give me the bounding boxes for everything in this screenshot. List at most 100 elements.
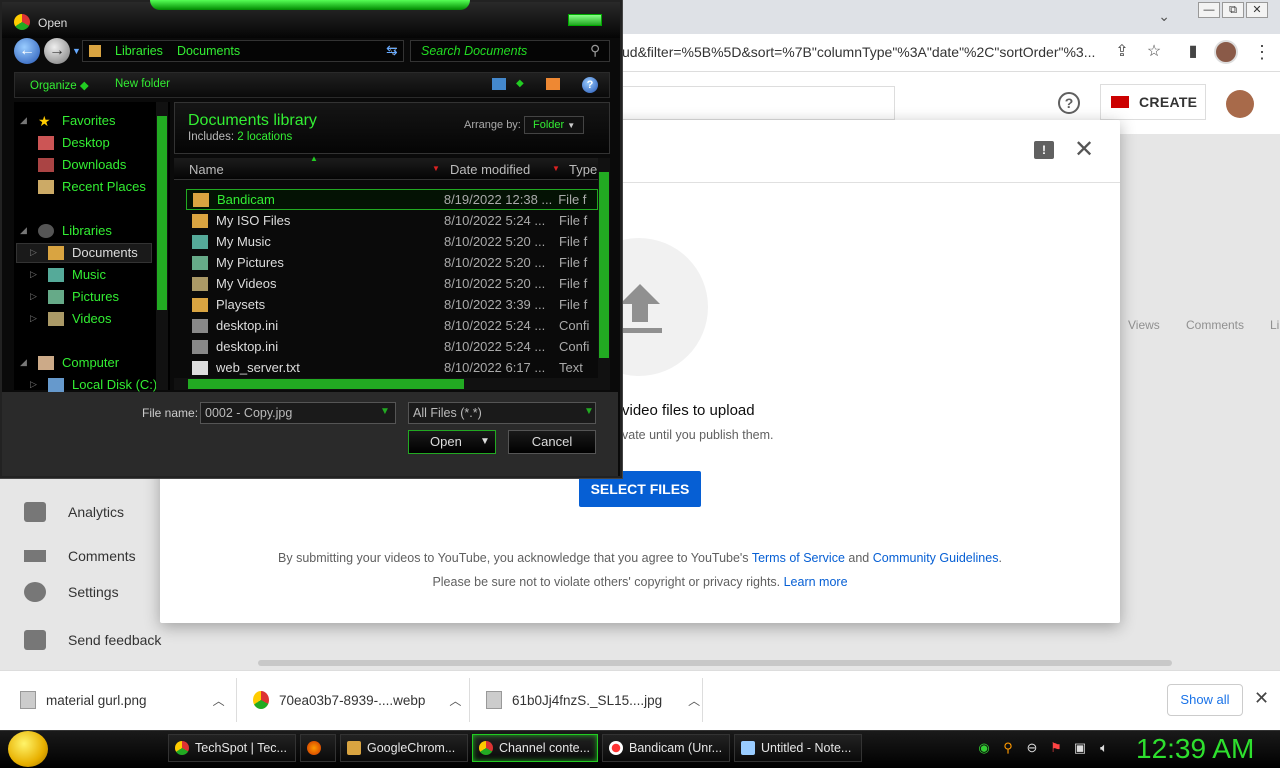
- view-dropdown-icon[interactable]: ◆: [516, 78, 530, 90]
- file-row[interactable]: Bandicam 8/19/2022 12:38 ... File f: [186, 189, 598, 210]
- breadcrumb-documents[interactable]: Documents: [177, 44, 240, 58]
- horizontal-scrollbar[interactable]: [258, 660, 1172, 666]
- create-button[interactable]: CREATE: [1100, 84, 1206, 120]
- restore-button[interactable]: ⧉: [1222, 2, 1244, 18]
- url-text[interactable]: ud&filter=%5B%5D&sort=%7B"columnType"%3A…: [622, 44, 1102, 60]
- profile-avatar[interactable]: [1214, 40, 1238, 64]
- sidebar-item-analytics[interactable]: Analytics: [24, 502, 124, 522]
- nav-item-desktop[interactable]: Desktop: [38, 135, 110, 150]
- download-item[interactable]: material gurl.png ︿: [20, 682, 225, 718]
- file-name-input[interactable]: 0002 - Copy.jpg: [200, 402, 396, 424]
- nav-item-libraries[interactable]: ◢ Libraries: [20, 223, 112, 238]
- expand-arrow-icon[interactable]: ▷: [30, 247, 40, 258]
- clock[interactable]: 12:39 AM: [1136, 733, 1254, 765]
- file-row[interactable]: web_server.txt 8/10/2022 6:17 ... Text: [186, 357, 598, 378]
- locations-link[interactable]: 2 locations: [237, 131, 292, 143]
- arrange-by-dropdown[interactable]: Folder ▼: [524, 116, 584, 134]
- column-type[interactable]: Type: [569, 162, 597, 177]
- forward-arrow-icon[interactable]: →: [44, 38, 70, 64]
- menu-kebab-icon[interactable]: ⋮: [1252, 42, 1272, 62]
- chevron-up-icon[interactable]: ︿: [449, 692, 461, 709]
- download-item[interactable]: 70ea03b7-8939-....webp ︿: [253, 682, 461, 718]
- cancel-button[interactable]: Cancel: [508, 430, 596, 454]
- terms-of-service-link[interactable]: Terms of Service: [752, 551, 845, 565]
- sidebar-item-send-feedback[interactable]: Send feedback: [24, 630, 161, 650]
- history-dropdown-icon[interactable]: ▼: [72, 46, 81, 56]
- tray-network-icon[interactable]: ▣: [1072, 740, 1088, 756]
- nav-scroll-thumb[interactable]: [157, 116, 167, 310]
- learn-more-link[interactable]: Learn more: [784, 575, 848, 589]
- file-row[interactable]: desktop.ini 8/10/2022 5:24 ... Confi: [186, 336, 598, 357]
- expand-arrow-icon[interactable]: ◢: [20, 225, 30, 236]
- file-row[interactable]: My Pictures 8/10/2022 5:20 ... File f: [186, 252, 598, 273]
- tab-search-chevron-icon[interactable]: ⌄: [1158, 8, 1170, 25]
- nav-item-downloads[interactable]: Downloads: [38, 157, 126, 172]
- chevron-up-icon[interactable]: ︿: [213, 692, 225, 709]
- taskbar-item-firefox[interactable]: [300, 734, 336, 762]
- taskbar-item-channel-content[interactable]: Channel conte...: [472, 734, 598, 762]
- back-arrow-icon[interactable]: ←: [14, 38, 40, 64]
- tray-volume-icon[interactable]: 🔈︎: [1096, 740, 1112, 756]
- minimize-button[interactable]: —: [1198, 2, 1220, 18]
- preview-pane-icon[interactable]: [546, 78, 560, 90]
- file-list-vscroll-thumb[interactable]: [599, 172, 609, 358]
- open-options-dropdown-icon[interactable]: ▼: [480, 436, 490, 447]
- share-icon[interactable]: ⇪: [1112, 42, 1132, 62]
- search-input[interactable]: Search Documents: [410, 40, 610, 62]
- nav-item-computer[interactable]: ◢ Computer: [20, 355, 119, 370]
- taskbar-item-notepad[interactable]: Untitled - Note...: [734, 734, 862, 762]
- nav-item-local-disk[interactable]: ▷ Local Disk (C:): [30, 377, 157, 392]
- tray-flag-icon[interactable]: ⚑: [1048, 740, 1064, 756]
- show-all-button[interactable]: Show all: [1167, 684, 1243, 716]
- file-row[interactable]: desktop.ini 8/10/2022 5:24 ... Confi: [186, 315, 598, 336]
- side-panel-icon[interactable]: ▮: [1183, 42, 1203, 62]
- taskbar-item-bandicam[interactable]: Bandicam (Unr...: [602, 734, 730, 762]
- taskbar-item-techspot[interactable]: TechSpot | Tec...: [168, 734, 296, 762]
- sidebar-item-settings[interactable]: Settings: [24, 582, 119, 602]
- send-feedback-icon[interactable]: !: [1034, 141, 1054, 159]
- close-window-button[interactable]: ✕: [1246, 2, 1268, 18]
- view-options-icon[interactable]: [492, 78, 506, 90]
- community-guidelines-link[interactable]: Community Guidelines: [873, 551, 999, 565]
- close-download-bar-icon[interactable]: ✕: [1254, 688, 1269, 709]
- search-icon[interactable]: ⚲: [590, 42, 600, 59]
- help-icon[interactable]: ?: [1058, 92, 1080, 114]
- nav-item-music[interactable]: ▷ Music: [30, 267, 106, 282]
- dialog-close-button[interactable]: [568, 14, 602, 26]
- column-name[interactable]: Name: [189, 162, 224, 177]
- help-icon[interactable]: ?: [582, 77, 598, 93]
- chevron-down-icon[interactable]: ▼: [584, 406, 594, 417]
- chevron-down-icon[interactable]: ▼: [380, 406, 390, 417]
- breadcrumb[interactable]: Libraries Documents ▽: [82, 40, 404, 62]
- breadcrumb-libraries[interactable]: Libraries: [115, 44, 163, 58]
- expand-arrow-icon[interactable]: ◢: [20, 115, 30, 126]
- expand-arrow-icon[interactable]: ▷: [30, 269, 40, 280]
- refresh-icon[interactable]: ⇆: [386, 42, 398, 59]
- start-button-smiley-icon[interactable]: [8, 731, 48, 767]
- column-filter-icon[interactable]: ▼: [432, 164, 440, 173]
- nav-item-recent-places[interactable]: Recent Places: [38, 179, 146, 194]
- download-item[interactable]: 61b0Jj4fnzS._SL15....jpg ︿: [486, 682, 700, 718]
- nav-item-videos[interactable]: ▷ Videos: [30, 311, 112, 326]
- tray-search-icon[interactable]: ⚲: [1000, 740, 1016, 756]
- expand-arrow-icon[interactable]: ▷: [30, 379, 40, 390]
- nav-item-favorites[interactable]: ◢ ★ Favorites: [20, 113, 115, 128]
- file-row[interactable]: My ISO Files 8/10/2022 5:24 ... File f: [186, 210, 598, 231]
- chevron-up-icon[interactable]: ︿: [688, 692, 700, 709]
- nav-item-documents[interactable]: ▷ Documents: [30, 245, 138, 260]
- sidebar-item-comments[interactable]: Comments: [24, 550, 136, 562]
- taskbar-item-googlechrome[interactable]: GoogleChrom...: [340, 734, 468, 762]
- channel-avatar[interactable]: [1226, 90, 1254, 118]
- studio-search-input[interactable]: [620, 86, 895, 120]
- nav-item-pictures[interactable]: ▷ Pictures: [30, 289, 119, 304]
- expand-arrow-icon[interactable]: ◢: [20, 357, 30, 368]
- tray-block-icon[interactable]: ⊖: [1024, 740, 1040, 756]
- file-type-select[interactable]: All Files (*.*): [408, 402, 596, 424]
- expand-arrow-icon[interactable]: ▷: [30, 291, 40, 302]
- column-date-modified[interactable]: Date modified: [450, 162, 530, 177]
- file-row[interactable]: My Music 8/10/2022 5:20 ... File f: [186, 231, 598, 252]
- file-row[interactable]: My Videos 8/10/2022 5:20 ... File f: [186, 273, 598, 294]
- column-filter-icon[interactable]: ▼: [552, 164, 560, 173]
- expand-arrow-icon[interactable]: ▷: [30, 313, 40, 324]
- file-row[interactable]: Playsets 8/10/2022 3:39 ... File f: [186, 294, 598, 315]
